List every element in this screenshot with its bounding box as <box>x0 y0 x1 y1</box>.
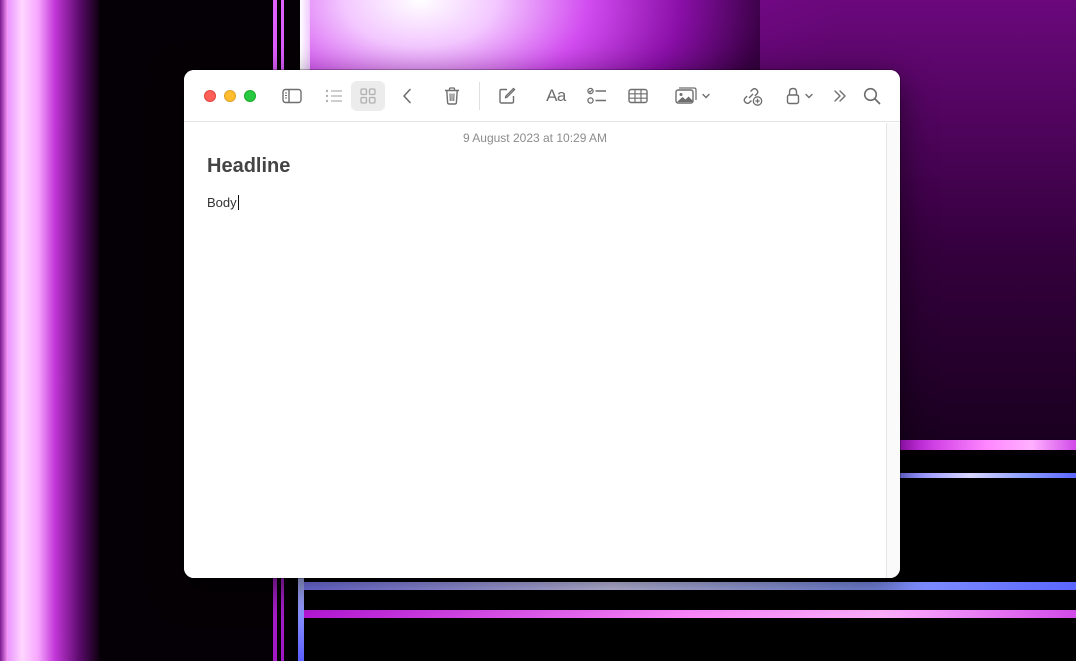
note-editor[interactable]: 9 August 2023 at 10:29 AM Headline Body <box>184 123 886 578</box>
wallpaper-vertical-line <box>300 0 310 70</box>
scrollbar[interactable] <box>886 123 900 578</box>
checklist-button[interactable] <box>585 81 609 111</box>
text-format-icon: Aa <box>546 86 566 105</box>
format-button[interactable]: Aa <box>542 81 570 111</box>
delete-button[interactable] <box>440 81 464 111</box>
more-button[interactable] <box>829 81 851 111</box>
table-icon <box>628 88 648 104</box>
wallpaper-horizontal-line <box>300 610 1076 618</box>
compose-icon <box>499 87 516 104</box>
table-button[interactable] <box>626 81 650 111</box>
lock-button[interactable] <box>782 81 818 111</box>
wallpaper-horizontal-line <box>300 582 1076 590</box>
photo-icon <box>675 87 697 104</box>
wallpaper-left-edge <box>0 0 8 661</box>
zoom-button[interactable] <box>244 90 256 102</box>
chevron-left-icon <box>403 88 411 104</box>
list-view-button[interactable] <box>322 81 346 111</box>
link-add-icon <box>743 87 763 106</box>
note-date: 9 August 2023 at 10:29 AM <box>462 131 608 145</box>
sidebar-icon <box>282 88 302 104</box>
wallpaper-horizontal-line <box>900 473 1076 478</box>
text-cursor <box>237 195 239 210</box>
wallpaper-vertical-line <box>298 578 304 661</box>
back-button[interactable] <box>396 81 418 111</box>
list-icon <box>325 89 342 103</box>
chevron-down-icon <box>702 93 710 99</box>
checklist-icon <box>587 87 606 104</box>
notes-window: Aa 9 August 2023 at 10:29 AM Headline Bo… <box>184 70 900 578</box>
search-icon <box>863 87 881 105</box>
gallery-view-button[interactable] <box>351 81 385 111</box>
toolbar: Aa <box>184 70 900 122</box>
sidebar-toggle-button[interactable] <box>280 81 304 111</box>
note-title[interactable]: Headline <box>207 155 290 178</box>
media-button[interactable] <box>672 81 714 111</box>
lock-icon <box>786 87 800 105</box>
new-note-button[interactable] <box>495 81 519 111</box>
wallpaper-left-band <box>0 0 100 661</box>
trash-icon <box>445 87 459 105</box>
chevron-down-icon <box>805 93 813 99</box>
collaborate-button[interactable] <box>740 81 764 111</box>
search-button[interactable] <box>861 81 883 111</box>
wallpaper-horizontal-line <box>900 440 1076 450</box>
toolbar-separator <box>479 82 480 110</box>
chevron-double-right-icon <box>834 90 846 102</box>
note-body[interactable]: Body <box>207 195 239 210</box>
grid-icon <box>360 88 376 104</box>
minimize-button[interactable] <box>224 90 236 102</box>
note-body-text: Body <box>207 195 237 210</box>
close-button[interactable] <box>204 90 216 102</box>
